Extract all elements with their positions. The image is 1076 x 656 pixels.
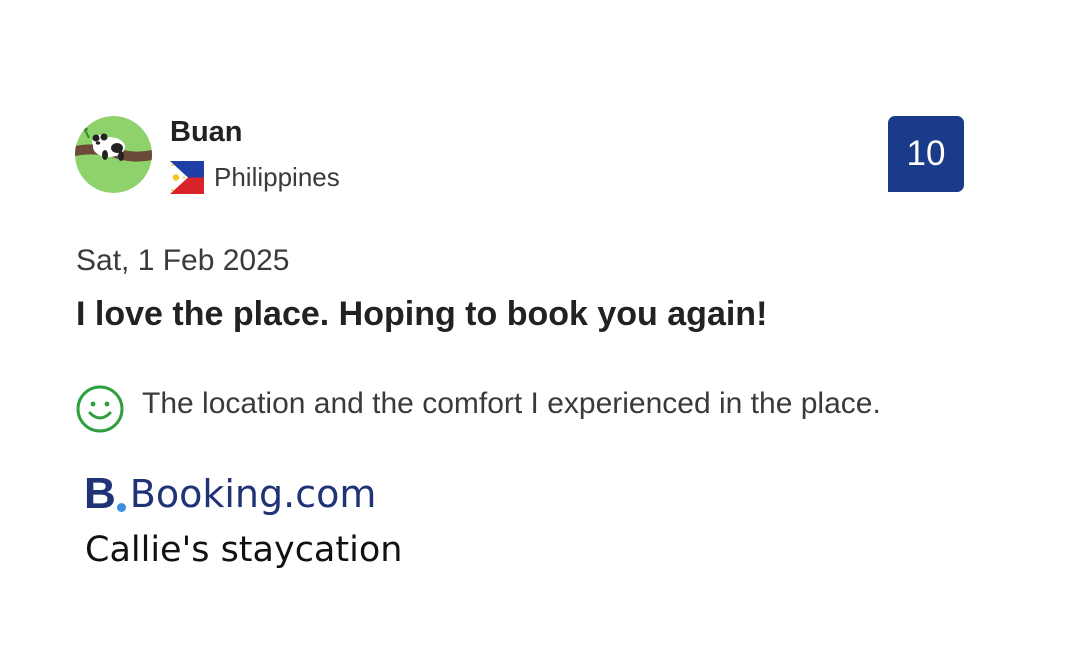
review-card: Buan Philippines 10 Sat, 1 Feb 2025 I lo…	[0, 0, 1076, 656]
positive-comment: The location and the comfort I experienc…	[142, 387, 881, 420]
booking-logo-dot	[116, 503, 126, 512]
booking-logo-letter: B	[84, 469, 116, 518]
booking-logo: B Booking.com	[84, 469, 377, 518]
philippines-flag-icon	[170, 161, 204, 194]
review-score-badge: 10	[888, 116, 964, 192]
reviewer-avatar	[75, 116, 152, 193]
review-date: Sat, 1 Feb 2025	[76, 244, 290, 277]
property-name: Callie's staycation	[85, 530, 403, 570]
booking-logo-text: Booking.com	[129, 472, 377, 516]
panda-avatar-icon	[75, 116, 152, 193]
reviewer-name: Buan	[170, 116, 243, 148]
smiley-face-icon	[75, 384, 125, 434]
review-title: I love the place. Hoping to book you aga…	[76, 295, 768, 333]
reviewer-country: Philippines	[214, 162, 340, 192]
